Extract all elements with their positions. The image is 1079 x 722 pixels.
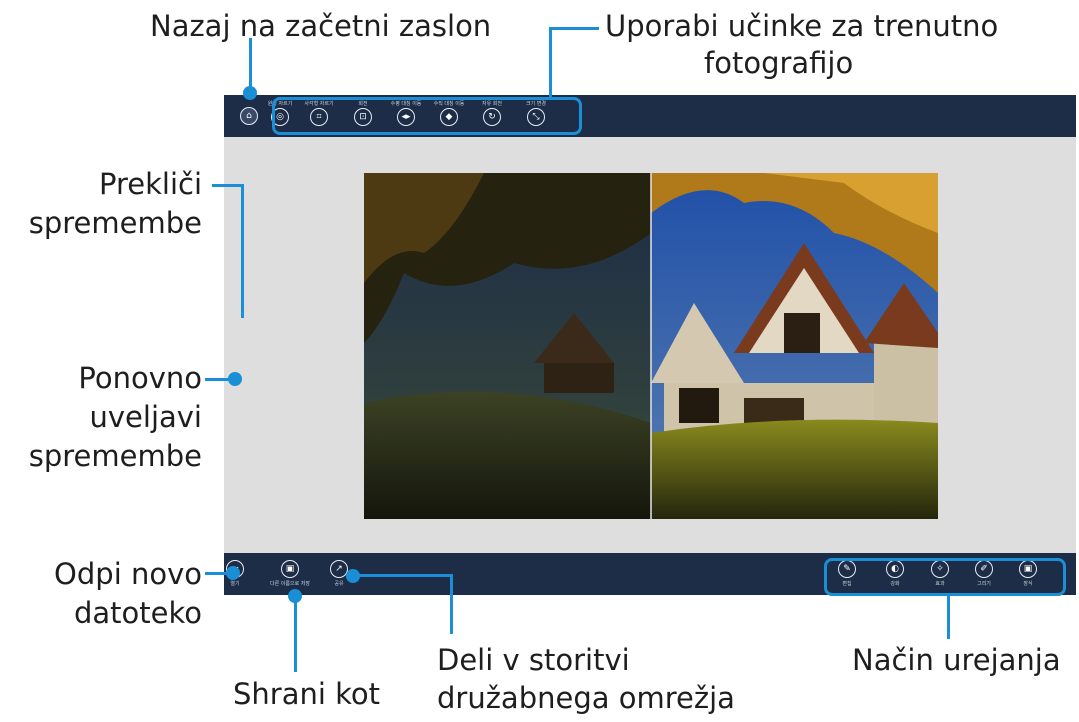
leader-save-as: [294, 594, 297, 672]
save-icon: ▣: [281, 560, 299, 578]
highlight-edit-modes: [824, 558, 1066, 596]
leader-effects-h: [551, 27, 599, 30]
callout-effects-line1: Uporabi učinke za trenutno: [605, 9, 999, 43]
leader-dot-open: [226, 566, 240, 580]
appbar-button-save[interactable]: ▣ 다른 이름으로 저장: [266, 560, 314, 588]
callout-edit-mode: Način urejanja: [852, 643, 1061, 677]
leader-undo-v: [241, 184, 244, 318]
callout-undo-line1: Prekliči: [98, 167, 202, 201]
leader-share-h: [352, 574, 452, 577]
leader-share-v: [450, 574, 453, 634]
photo-canvas: [364, 173, 938, 519]
leader-edit-mode: [947, 595, 950, 639]
callout-redo-line3: spremembe: [28, 439, 202, 473]
leader-dot-save-as: [288, 589, 302, 603]
highlight-toolbar-effects: [272, 97, 582, 135]
appbar-button-label: 열기: [230, 581, 240, 587]
home-icon: ⌂: [240, 107, 258, 125]
leader-undo-h: [212, 184, 242, 187]
callout-undo-line2: spremembe: [28, 206, 202, 240]
callout-share-line1: Deli v storitvi: [437, 643, 630, 677]
callout-redo-line2: uveljavi: [89, 400, 203, 434]
leader-dot-share: [346, 569, 360, 583]
callout-save-as: Shrani kot: [233, 677, 381, 711]
callout-share-line2: družabnega omrežja: [437, 681, 735, 715]
leader-dot-redo: [228, 372, 242, 386]
callout-open-line1: Odpi novo: [54, 557, 202, 591]
callout-open-line2: datoteko: [73, 596, 202, 630]
appbar-button-label: 다른 이름으로 저장: [270, 581, 310, 587]
autumn-house-photo: [364, 173, 938, 519]
leader-effects-v: [549, 27, 552, 99]
leader-dot-home: [243, 86, 257, 100]
app-window: ⌂ 원형 자르기 ◎ 사각형 자르기 ⌗ 회전 ⊡ 수평 대칭 이동 ◂▸ 수직 대칭 이동 ◆ 자…: [224, 95, 1076, 595]
leader-home: [249, 38, 252, 90]
callout-home: Nazaj na začetni zaslon: [150, 9, 492, 43]
callout-effects-line2: fotografijo: [704, 46, 854, 80]
callout-redo-line1: Ponovno: [78, 361, 202, 395]
